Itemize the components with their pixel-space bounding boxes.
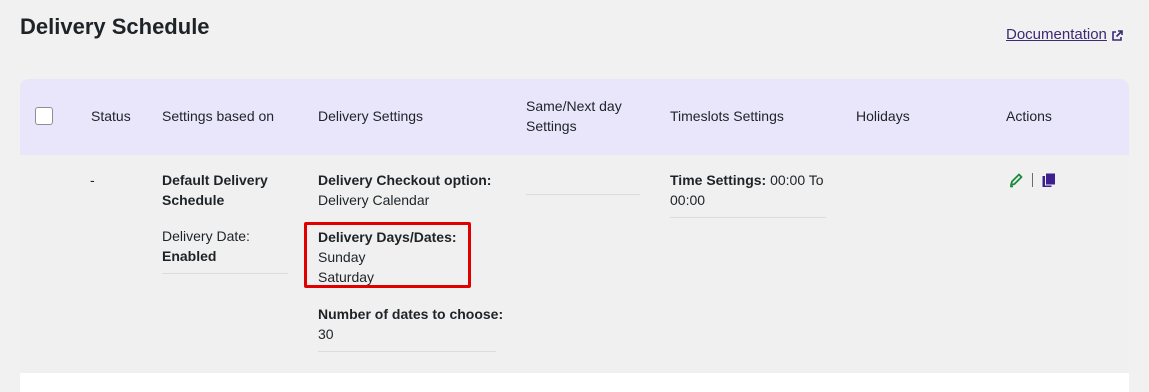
row-settings-name-line2: Schedule <box>162 192 225 208</box>
dates-count-label: Number of dates to choose: <box>318 306 504 322</box>
time-settings: Time Settings: 00:00 To 00:00 <box>670 170 824 210</box>
delivery-date-value: Enabled <box>162 248 217 264</box>
header-timeslots[interactable]: Timeslots Settings <box>670 106 784 126</box>
checkout-option-value: Delivery Calendar <box>318 192 430 208</box>
time-settings-label: Time Settings: <box>670 172 767 188</box>
header-actions: Actions <box>1006 108 1052 124</box>
row-status: - <box>90 172 95 188</box>
pencil-icon[interactable] <box>1008 172 1024 188</box>
page-title: Delivery Schedule <box>20 14 210 39</box>
external-link-icon <box>1111 29 1123 41</box>
header-holidays[interactable]: Holidays <box>856 106 910 126</box>
copy-icon[interactable] <box>1041 172 1057 188</box>
delivery-date-label: Delivery Date: <box>162 228 250 244</box>
row-actions <box>1008 172 1057 188</box>
delivery-schedule-table: Status Settings based on Delivery Settin… <box>20 79 1129 392</box>
documentation-link-label: Documentation <box>1006 26 1107 43</box>
time-settings-value-line1: 00:00 To <box>770 172 824 188</box>
header-same-next-day-line1: Same/Next day <box>526 98 622 114</box>
table-row: - Default Delivery Schedule Delivery Dat… <box>20 155 1129 373</box>
table-header: Status Settings based on Delivery Settin… <box>20 79 1129 155</box>
row-settings-name-line1: Default Delivery <box>162 172 268 188</box>
checkout-option-label: Delivery Checkout option: <box>318 172 492 188</box>
dates-count: Number of dates to choose: 30 <box>318 304 503 344</box>
row-delivery-date: Delivery Date: Enabled <box>162 226 250 266</box>
header-status[interactable]: Status <box>91 106 131 126</box>
header-delivery-settings[interactable]: Delivery Settings <box>318 106 423 126</box>
dates-count-value: 30 <box>318 326 334 342</box>
divider <box>526 194 640 195</box>
divider <box>162 273 288 274</box>
time-settings-value-line2: 00:00 <box>670 192 706 208</box>
header-settings-based-on[interactable]: Settings based on <box>162 106 274 126</box>
divider <box>318 351 496 352</box>
select-all-checkbox[interactable] <box>35 107 53 125</box>
checkout-option: Delivery Checkout option: Delivery Calen… <box>318 170 491 210</box>
divider <box>670 217 826 218</box>
delivery-days-highlight <box>304 222 471 288</box>
action-separator <box>1032 173 1033 187</box>
header-same-next-day-line2: Settings <box>526 118 577 134</box>
header-same-next-day[interactable]: Same/Next day Settings <box>526 96 622 136</box>
documentation-link[interactable]: Documentation <box>1006 26 1123 43</box>
row-settings-name: Default Delivery Schedule <box>162 170 268 210</box>
